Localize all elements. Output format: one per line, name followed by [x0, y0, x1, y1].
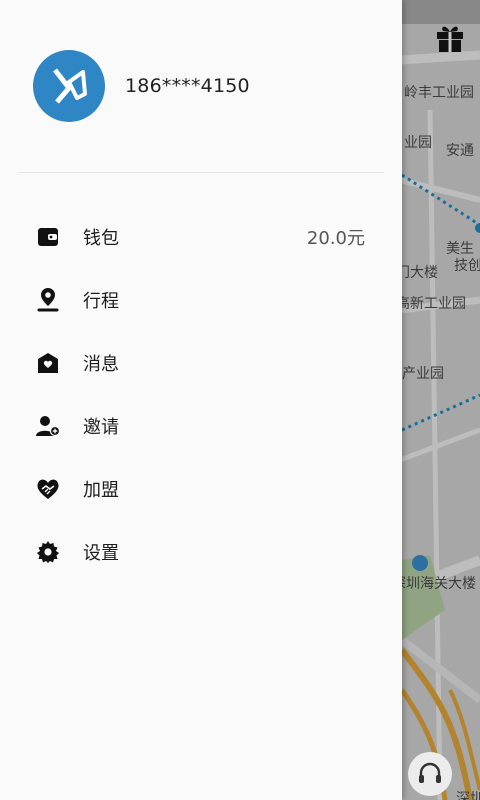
- headset-icon: [419, 762, 441, 783]
- user-profile-header[interactable]: 186****4150: [0, 0, 402, 172]
- menu-item-settings[interactable]: 设置: [0, 520, 402, 583]
- menu-item-invite[interactable]: 邀请: [0, 394, 402, 457]
- gift-icon: [437, 26, 463, 52]
- menu-label: 设置: [83, 542, 119, 564]
- add-user-icon: [34, 412, 62, 440]
- message-icon: [34, 349, 62, 377]
- drawer-menu: 钱包 20.0元 行程 消息 邀请 加盟 设置: [0, 205, 402, 583]
- menu-label: 钱包: [83, 227, 119, 249]
- avatar[interactable]: [33, 50, 105, 122]
- menu-label: 行程: [83, 290, 119, 312]
- divider: [18, 172, 384, 173]
- menu-label: 消息: [83, 353, 119, 375]
- gift-button[interactable]: [432, 20, 468, 56]
- gear-icon: [34, 538, 62, 566]
- menu-label: 邀请: [83, 416, 119, 438]
- customer-service-button[interactable]: [408, 752, 452, 796]
- menu-label: 加盟: [83, 479, 119, 501]
- handshake-heart-icon: [34, 475, 62, 503]
- menu-item-join[interactable]: 加盟: [0, 457, 402, 520]
- wallet-balance: 20.0元: [306, 227, 365, 249]
- app-logo-icon: [53, 68, 87, 104]
- wallet-icon: [34, 223, 62, 251]
- user-phone: 186****4150: [125, 75, 250, 97]
- navigation-drawer: 186****4150 钱包 20.0元 行程 消息 邀请 加盟 设置: [0, 0, 402, 800]
- location-pin-icon: [34, 286, 62, 314]
- menu-item-wallet[interactable]: 钱包 20.0元: [0, 205, 402, 268]
- menu-item-trips[interactable]: 行程: [0, 268, 402, 331]
- menu-item-messages[interactable]: 消息: [0, 331, 402, 394]
